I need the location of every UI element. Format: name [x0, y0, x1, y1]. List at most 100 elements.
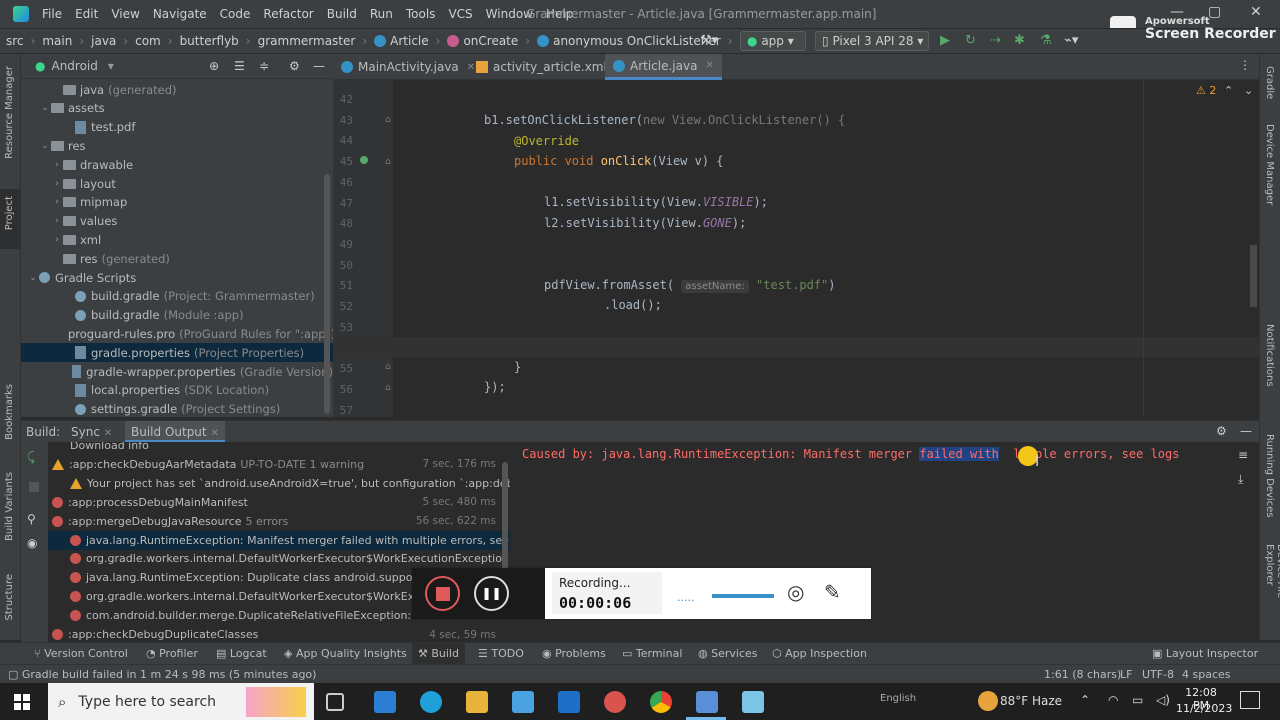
project-tab[interactable]: Project — [4, 196, 15, 230]
rebuild-icon[interactable]: ⤹ — [27, 450, 35, 465]
tab-sync[interactable]: Sync ✕ — [71, 425, 112, 439]
fold-marker-icon[interactable]: ⌂ — [385, 115, 391, 125]
build-tree-scrollbar[interactable] — [502, 462, 508, 572]
fold-marker-icon[interactable]: ⌂ — [385, 157, 391, 167]
tree-item[interactable]: gradle.properties (Project Properties) — [21, 343, 333, 363]
mail-app-icon[interactable] — [374, 691, 396, 713]
menu-item[interactable]: Run — [370, 7, 393, 21]
file-explorer-icon[interactable] — [466, 691, 488, 713]
apply-changes-icon[interactable]: ↻ — [965, 33, 976, 48]
tool-terminal[interactable]: ▭ Terminal — [622, 647, 682, 660]
tree-item[interactable]: › xml — [21, 230, 333, 249]
crosshair-icon[interactable]: ⊕ — [209, 59, 219, 73]
hide-panel-icon[interactable]: — — [1240, 424, 1252, 438]
build-variants-tab[interactable]: Build Variants — [4, 472, 15, 541]
webcam-icon[interactable]: ◎ — [787, 580, 804, 604]
tray-chevron-up-icon[interactable]: ⌃ — [1080, 693, 1090, 707]
debug-icon[interactable]: ✱ — [1014, 33, 1025, 48]
breadcrumb-item[interactable]: onCreate — [463, 34, 518, 48]
tool-app-inspection[interactable]: ⬡ App Inspection — [772, 647, 867, 660]
menu-item[interactable]: Code — [220, 7, 251, 21]
breadcrumb-item[interactable]: main — [42, 34, 72, 48]
tree-item[interactable]: test.pdf — [21, 118, 333, 137]
wifi-icon[interactable]: ◠ — [1108, 693, 1118, 707]
chevron-down-icon[interactable]: ⌄ — [27, 273, 39, 283]
build-row[interactable]: Download info — [48, 442, 510, 455]
tool-logcat[interactable]: ▤ Logcat — [216, 647, 267, 660]
close-icon[interactable]: ✕ — [705, 60, 713, 71]
chevron-down-icon[interactable]: ▾ — [108, 59, 114, 73]
bookmarks-tab[interactable]: Bookmarks — [4, 384, 15, 440]
pause-recording-button[interactable]: ❚❚ — [474, 576, 509, 611]
stop-recording-button[interactable] — [425, 576, 460, 611]
scroll-to-end-icon[interactable]: ⤓ — [1238, 472, 1243, 487]
tool-profiler[interactable]: ◔ Profiler — [146, 647, 198, 660]
tree-item[interactable]: ⌄ res — [21, 136, 333, 155]
attach-debugger-icon[interactable]: ⌁▾ — [1064, 33, 1078, 48]
chevron-right-icon[interactable]: › — [51, 197, 63, 207]
menu-item[interactable]: Tools — [406, 7, 436, 21]
fold-marker-icon[interactable]: ⌂ — [385, 362, 391, 372]
gear-icon[interactable]: ⚙ — [1216, 424, 1227, 438]
pin-icon[interactable]: ⚲ — [27, 512, 36, 526]
menu-item[interactable]: Navigate — [153, 7, 207, 21]
breadcrumb-item[interactable]: com — [135, 34, 161, 48]
status-message[interactable]: ▢ Gradle build failed in 1 m 24 s 98 ms … — [8, 668, 316, 681]
tree-item[interactable]: java (generated) — [21, 80, 333, 99]
breadcrumb[interactable]: src › main › java › com › butterflyb › grammermast… — [6, 34, 799, 48]
device-manager-tab[interactable]: Device Manager — [1264, 124, 1275, 205]
menu-item[interactable]: File — [42, 7, 62, 21]
tool-todo[interactable]: ☰ TODO — [478, 647, 524, 660]
tree-item[interactable]: › drawable — [21, 155, 333, 174]
breadcrumb-item[interactable]: grammermaster — [258, 34, 356, 48]
tree-item[interactable]: res (generated) — [21, 249, 333, 268]
profile-icon[interactable]: ⚗ — [1040, 33, 1052, 48]
indent-setting[interactable]: 4 spaces — [1182, 668, 1231, 681]
tree-item[interactable]: proguard-rules.pro (ProGuard Rules for ":… — [21, 324, 335, 343]
file-encoding[interactable]: UTF-8 — [1142, 668, 1174, 681]
stop-icon[interactable] — [29, 482, 39, 492]
notification-center-icon[interactable] — [1240, 691, 1260, 709]
breadcrumb-item[interactable]: butterflyb — [180, 34, 239, 48]
app-icon[interactable] — [604, 691, 626, 713]
gradle-tab[interactable]: Gradle — [1264, 66, 1275, 99]
taskbar-search[interactable]: ⌕ Type here to search — [48, 683, 314, 720]
android-studio-taskbar-icon[interactable] — [696, 691, 718, 713]
notifications-tab[interactable]: Notifications — [1264, 324, 1275, 387]
tool-layout-inspector[interactable]: ▣ Layout Inspector — [1152, 647, 1258, 660]
tree-item[interactable]: › values — [21, 212, 333, 231]
tool-app-quality-insights[interactable]: ◈ App Quality Insights — [284, 647, 407, 660]
build-row[interactable]: :app:checkDebugDuplicateClasses 4 sec, 59… — [48, 625, 510, 642]
eye-icon[interactable]: ◉ — [27, 536, 37, 550]
build-row[interactable]: org.gradle.workers.internal.DefaultWorke… — [48, 549, 510, 568]
tree-item[interactable]: gradle-wrapper.properties (Gradle Version… — [21, 362, 333, 381]
tree-item[interactable]: build.gradle (Project: Grammermaster) — [21, 287, 333, 306]
edge-icon[interactable] — [420, 691, 442, 713]
expand-all-icon[interactable]: ≑ — [259, 59, 269, 73]
tool-problems[interactable]: ◉ Problems — [542, 647, 606, 660]
chevron-right-icon[interactable]: › — [51, 179, 63, 189]
apply-code-icon[interactable]: ⇢ — [990, 33, 1001, 48]
clock-date[interactable]: 11/2/2023 — [1176, 702, 1232, 715]
tree-item[interactable]: › mipmap — [21, 193, 333, 212]
device-dropdown[interactable]: ▯ Pixel 3 API 28 ▾ — [815, 31, 929, 51]
chevron-down-icon[interactable]: ⌄ — [39, 103, 51, 113]
menu-item[interactable]: Refactor — [263, 7, 313, 21]
collapse-all-icon[interactable]: ☰ — [234, 59, 245, 73]
input-language[interactable]: English — [880, 693, 916, 704]
volume-slider[interactable] — [712, 594, 774, 598]
tree-item[interactable]: › layout — [21, 174, 333, 193]
gear-icon[interactable]: ⚙ — [289, 59, 300, 73]
tab-menu-icon[interactable]: ⋮ — [1239, 58, 1251, 72]
minimize-icon[interactable]: — — [1170, 4, 1184, 20]
windows-start-icon[interactable] — [14, 694, 30, 710]
breadcrumb-item[interactable]: src — [6, 34, 24, 48]
task-view-icon[interactable] — [326, 693, 344, 711]
breadcrumb-item[interactable]: Article — [390, 34, 429, 48]
project-view-dropdown[interactable]: Android — [51, 59, 97, 73]
build-row[interactable]: Your project has set `android.useAndroid… — [48, 474, 510, 493]
battery-icon[interactable]: ▭ — [1132, 693, 1143, 707]
volume-icon[interactable]: ◁) — [1156, 693, 1170, 707]
device-file-explorer-tab[interactable]: Device File Explorer — [1264, 544, 1280, 640]
tree-item[interactable]: local.properties (SDK Location) — [21, 381, 333, 400]
